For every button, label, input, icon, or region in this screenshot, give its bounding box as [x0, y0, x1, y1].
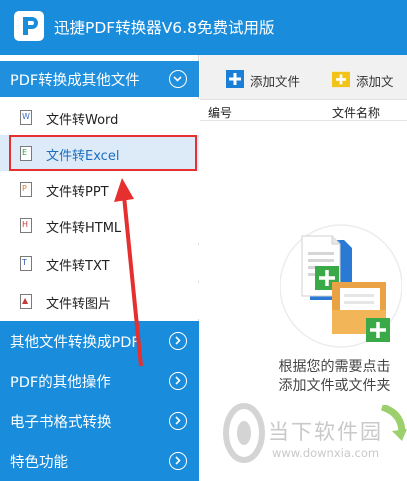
sidebar: PDF转换成其他文件 W 文件转Word E 文件转Excel P 文件转PPT… — [0, 55, 199, 481]
sidebar-section-special-features[interactable]: 特色功能 — [0, 441, 199, 481]
plus-folder-icon — [332, 71, 350, 88]
chevron-right-circle-icon — [169, 412, 187, 430]
sidebar-section-ebook-convert[interactable]: 电子书格式转换 — [0, 401, 199, 441]
sidebar-item-label: 文件转Word — [46, 113, 119, 128]
highlight-box — [9, 135, 197, 171]
green-arrow-icon — [380, 405, 407, 441]
column-header-filename: 文件名称 — [332, 106, 381, 120]
sidebar-item-label: 文件转PPT — [46, 185, 109, 200]
html-file-icon: H — [20, 218, 32, 233]
sidebar-item-label: 文件转HTML — [46, 221, 122, 236]
sidebar-section-pdf-to-other[interactable]: PDF转换成其他文件 — [0, 61, 199, 97]
sidebar-item-label: 文件转TXT — [46, 259, 110, 274]
empty-state-line-1: 根据您的需要点击 — [278, 359, 391, 375]
sidebar-section-label: 电子书格式转换 — [10, 415, 112, 431]
sidebar-section-label: PDF转换成其他文件 — [10, 73, 140, 89]
watermark-url: www.downxia.com — [272, 446, 380, 460]
ppt-file-icon: P — [20, 182, 32, 197]
file-list-header: 编号 文件名称 — [200, 101, 407, 121]
sidebar-section-other-to-pdf[interactable]: 其他文件转换成PDF — [0, 321, 199, 361]
add-folder-label: 添加文 — [356, 74, 394, 89]
chevron-right-circle-icon — [169, 332, 187, 350]
pdf-app-logo-icon — [14, 11, 44, 41]
plus-blue-icon — [226, 70, 244, 88]
sidebar-section-label: PDF的其他操作 — [10, 375, 111, 391]
image-file-icon: ▲ — [20, 294, 32, 309]
word-file-icon: W — [20, 110, 32, 125]
sidebar-item-label: 文件转图片 — [46, 297, 112, 312]
empty-state-hint: 根据您的需要点击 添加文件或文件夹 — [262, 358, 407, 396]
sidebar-section-label: 其他文件转换成PDF — [10, 335, 140, 351]
chevron-right-circle-icon — [169, 452, 187, 470]
sidebar-item-file-to-image[interactable]: ▲ 文件转图片 — [0, 283, 199, 319]
watermark-logo-icon — [223, 403, 265, 463]
title-bar: 迅捷PDF转换器V6.8免费试用版 — [0, 0, 407, 55]
sidebar-section-label: 特色功能 — [10, 455, 68, 471]
chevron-right-circle-icon — [169, 372, 187, 390]
sidebar-section-pdf-other-ops[interactable]: PDF的其他操作 — [0, 361, 199, 401]
sidebar-item-file-to-ppt[interactable]: P 文件转PPT — [0, 171, 199, 207]
sidebar-item-file-to-html[interactable]: H 文件转HTML — [0, 207, 199, 243]
txt-file-icon: T — [20, 256, 32, 271]
chevron-down-circle-icon — [169, 70, 187, 88]
sidebar-item-file-to-txt[interactable]: T 文件转TXT — [0, 245, 199, 281]
add-files-illustration — [280, 224, 402, 348]
empty-state-line-2: 添加文件或文件夹 — [278, 378, 391, 394]
sidebar-item-file-to-word[interactable]: W 文件转Word — [0, 99, 199, 135]
watermark-title: 当下软件园 — [268, 420, 383, 444]
app-title: 迅捷PDF转换器V6.8免费试用版 — [54, 19, 275, 37]
add-file-label: 添加文件 — [250, 74, 301, 89]
toolbar: 添加文件 添加文 — [200, 55, 407, 100]
column-header-number: 编号 — [208, 106, 233, 120]
